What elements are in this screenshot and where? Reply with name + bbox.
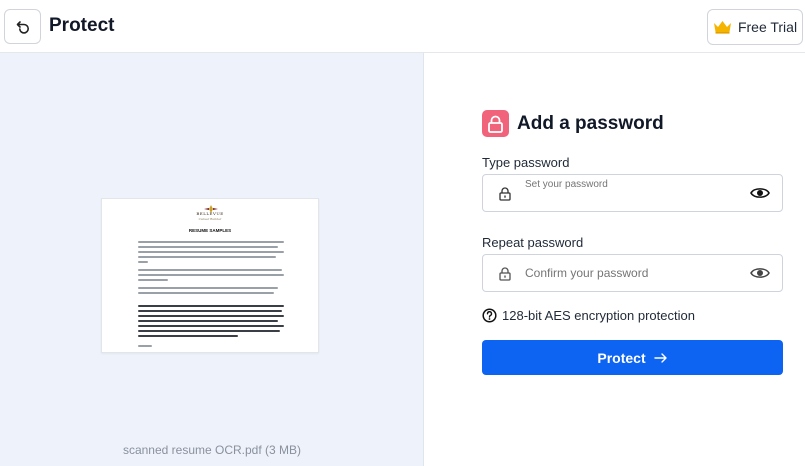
repeat-password-label: Repeat password	[482, 235, 584, 250]
document-subtitle: Career Builder	[198, 217, 222, 221]
undo-button[interactable]	[4, 9, 41, 44]
repeat-password-input[interactable]	[525, 255, 735, 291]
lock-icon	[499, 267, 511, 281]
document-text-line	[138, 325, 284, 327]
encryption-note[interactable]: 128-bit AES encryption protection	[482, 308, 695, 323]
lock-icon	[499, 187, 511, 201]
lock-icon	[488, 115, 503, 133]
document-text-line	[138, 269, 282, 271]
crown-icon	[713, 21, 731, 34]
document-text-line	[138, 315, 284, 317]
help-circle-icon	[482, 308, 497, 323]
document-text-line	[138, 330, 280, 332]
document-text-line	[138, 320, 278, 322]
document-preview-pane: BELLEVUE Career Builder RESUME SAMPLES s…	[0, 53, 424, 466]
document-text-line	[138, 345, 152, 347]
document-heading: RESUME SAMPLES	[188, 228, 232, 233]
document-text-line	[138, 287, 278, 289]
document-text-line	[138, 274, 284, 276]
app-header: Protect Free Trial	[0, 0, 805, 53]
eye-icon[interactable]	[750, 185, 770, 201]
arrow-right-icon	[653, 352, 667, 363]
file-name-caption: scanned resume OCR.pdf (3 MB)	[122, 443, 302, 457]
document-text-line	[138, 261, 148, 263]
document-text-line	[138, 256, 276, 258]
free-trial-label: Free Trial	[737, 19, 798, 35]
protect-button-label: Protect	[597, 349, 646, 366]
free-trial-button[interactable]: Free Trial	[707, 9, 803, 45]
lock-badge	[482, 110, 509, 137]
page-title: Protect	[49, 15, 115, 36]
document-text-line	[138, 310, 282, 312]
form-title: Add a password	[517, 113, 664, 134]
document-text-line	[138, 279, 168, 281]
eye-icon[interactable]	[750, 265, 770, 281]
password-form-panel: Add a password Type password Repeat pass…	[424, 53, 805, 466]
document-brand: BELLEVUE	[196, 211, 224, 216]
password-input[interactable]	[525, 166, 735, 202]
document-text-line	[138, 241, 284, 243]
encryption-note-text: 128-bit AES encryption protection	[502, 308, 695, 323]
document-text-line	[138, 292, 274, 294]
document-thumbnail[interactable]: BELLEVUE Career Builder RESUME SAMPLES	[101, 198, 319, 353]
password-field[interactable]	[482, 166, 783, 212]
undo-icon	[16, 20, 29, 34]
document-text-line	[138, 335, 238, 337]
document-text-line	[138, 305, 284, 307]
repeat-password-field[interactable]	[482, 254, 783, 292]
protect-button[interactable]: Protect	[482, 340, 783, 375]
document-text-line	[138, 246, 278, 248]
document-text-line	[138, 251, 284, 253]
